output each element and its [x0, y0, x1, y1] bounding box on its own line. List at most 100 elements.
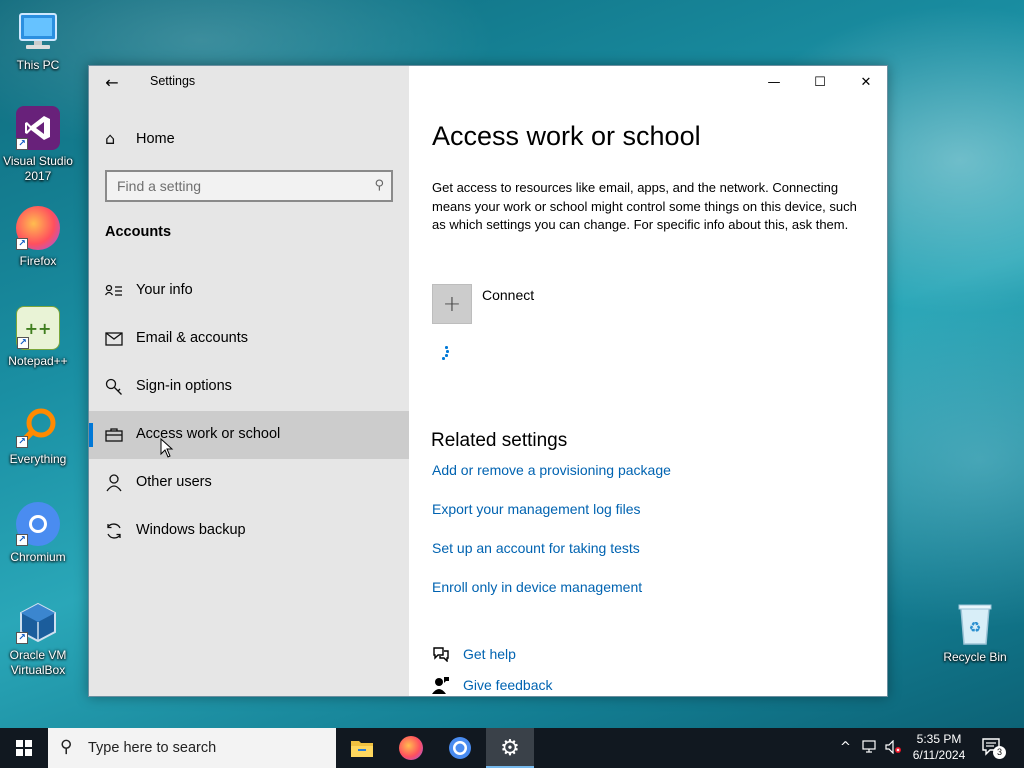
person-card-icon — [104, 281, 124, 301]
person-icon — [104, 473, 124, 493]
sync-icon — [104, 521, 124, 541]
svg-text:♻: ♻ — [969, 620, 982, 636]
loading-spinner-icon — [441, 346, 451, 360]
plus-icon: + — [442, 291, 462, 317]
network-icon[interactable] — [862, 740, 878, 758]
connect-label[interactable]: Connect — [482, 287, 534, 303]
taskbar-settings[interactable]: ⚙ — [486, 728, 534, 768]
shortcut-arrow-icon: ↗ — [16, 138, 28, 150]
sidebar-item-label: Windows backup — [136, 522, 246, 538]
related-settings-heading: Related settings — [431, 430, 568, 451]
taskbar: ⚲ Type here to search ⚙ ^ 5:35 PM 6/11/2… — [0, 728, 1024, 768]
sidebar-item-windows-backup[interactable]: Windows backup — [89, 507, 409, 555]
page-title: Access work or school — [432, 121, 701, 151]
settings-window: ← Settings ⌂ Home ⚲ Accounts Your info E… — [88, 65, 888, 697]
desktop-icon-this-pc[interactable]: This PC — [0, 10, 76, 73]
taskbar-search-placeholder: Type here to search — [88, 740, 217, 756]
file-explorer-icon — [351, 741, 373, 757]
desktop-icon-label: This PC — [16, 58, 60, 72]
search-icon: ⚲ — [374, 178, 384, 193]
desktop-icon-label: Visual Studio 2017 — [3, 154, 73, 183]
page-description: Get access to resources like email, apps… — [432, 180, 857, 232]
clock-date: 6/11/2024 — [912, 748, 966, 762]
sidebar-item-label: Other users — [136, 474, 212, 490]
desktop-icon-chromium[interactable]: ↗ Chromium — [0, 502, 76, 565]
sidebar-item-label: Email & accounts — [136, 330, 249, 346]
settings-sidebar: ← Settings ⌂ Home ⚲ Accounts Your info E… — [89, 66, 409, 696]
everything-search-icon: ↗ — [16, 404, 60, 448]
show-hidden-icons-chevron-icon[interactable]: ^ — [840, 740, 851, 755]
system-clock[interactable]: 5:35 PM 6/11/2024 — [905, 731, 973, 763]
find-setting-search[interactable]: ⚲ — [105, 170, 393, 202]
sidebar-item-other-users[interactable]: Other users — [89, 459, 409, 507]
desktop-icon-notepad-plus-plus[interactable]: ++ ↗ Notepad++ — [0, 306, 76, 369]
firefox-icon — [399, 736, 423, 760]
virtualbox-icon: ↗ — [16, 600, 60, 644]
shortcut-arrow-icon: ↗ — [16, 436, 28, 448]
back-button[interactable]: ← — [99, 70, 125, 94]
sidebar-item-label: Sign-in options — [136, 378, 232, 394]
briefcase-icon — [104, 425, 124, 445]
chromium-icon — [449, 737, 471, 759]
settings-gear-icon: ⚙ — [500, 735, 520, 761]
volume-muted-icon[interactable] — [885, 739, 903, 758]
home-label: Home — [136, 131, 175, 147]
start-button[interactable] — [0, 728, 48, 768]
connect-button[interactable]: + — [432, 284, 472, 324]
action-center-button[interactable]: 3 — [982, 738, 1006, 759]
desktop-icon-recycle-bin[interactable]: ♻ Recycle Bin — [937, 602, 1013, 665]
desktop-icon-label: Recycle Bin — [943, 650, 1007, 664]
chromium-icon: ↗ — [16, 502, 60, 546]
shortcut-arrow-icon: ↗ — [16, 238, 28, 250]
home-nav-item[interactable]: ⌂ Home — [89, 122, 409, 156]
link-export-management-logs[interactable]: Export your management log files — [432, 501, 641, 517]
home-icon: ⌂ — [105, 129, 116, 148]
firefox-icon: ↗ — [16, 206, 60, 250]
mouse-cursor-icon — [160, 438, 174, 458]
get-help-link[interactable]: Get help — [463, 646, 516, 662]
desktop-icon-label: Chromium — [10, 550, 66, 564]
sidebar-item-label: Your info — [136, 282, 193, 298]
key-icon — [104, 377, 124, 397]
desktop-icon-label: Notepad++ — [8, 354, 68, 368]
section-title: Accounts — [105, 224, 172, 240]
search-icon: ⚲ — [60, 737, 73, 757]
chat-help-icon — [431, 644, 451, 664]
desktop-icon-everything[interactable]: ↗ Everything — [0, 404, 76, 467]
title-bar[interactable]: ← Settings — [89, 66, 409, 98]
notepad-plus-plus-icon: ++ ↗ — [16, 306, 60, 350]
desktop-icon-virtualbox[interactable]: ↗ Oracle VM VirtualBox — [0, 600, 76, 678]
sidebar-item-your-info[interactable]: Your info — [89, 267, 409, 315]
windows-logo-icon — [16, 740, 32, 756]
link-provisioning-package[interactable]: Add or remove a provisioning package — [432, 462, 671, 478]
visual-studio-icon: ↗ — [16, 106, 60, 150]
desktop-icon-firefox[interactable]: ↗ Firefox — [0, 206, 76, 269]
give-feedback-link[interactable]: Give feedback — [463, 677, 553, 693]
feedback-person-icon — [431, 675, 451, 695]
shortcut-arrow-icon: ↗ — [17, 337, 29, 349]
taskbar-firefox[interactable] — [387, 728, 435, 768]
desktop-icon-label: Everything — [9, 452, 67, 466]
link-enroll-device-management[interactable]: Enroll only in device management — [432, 579, 642, 595]
link-setup-test-account[interactable]: Set up an account for taking tests — [432, 540, 640, 556]
sidebar-item-email-accounts[interactable]: Email & accounts — [89, 315, 409, 363]
back-arrow-icon: ← — [105, 72, 119, 92]
shortcut-arrow-icon: ↗ — [16, 632, 28, 644]
clock-time: 5:35 PM — [916, 732, 962, 746]
shortcut-arrow-icon: ↗ — [16, 534, 28, 546]
find-setting-input[interactable] — [107, 172, 391, 200]
window-title: Settings — [150, 74, 196, 88]
desktop-icon-label: Oracle VM VirtualBox — [9, 648, 67, 677]
taskbar-chromium[interactable] — [436, 728, 484, 768]
desktop-icon-visual-studio[interactable]: ↗ Visual Studio 2017 — [0, 106, 76, 184]
sidebar-item-access-work-school[interactable]: Access work or school — [89, 411, 409, 459]
mail-icon — [104, 329, 124, 349]
sidebar-item-sign-in-options[interactable]: Sign-in options — [89, 363, 409, 411]
notification-count-badge: 3 — [993, 746, 1006, 759]
recycle-bin-icon: ♻ — [953, 602, 997, 646]
sidebar-item-label: Access work or school — [136, 426, 281, 442]
desktop-icon-label: Firefox — [19, 254, 57, 268]
taskbar-file-explorer[interactable] — [338, 728, 386, 768]
settings-content: Access work or school Get access to reso… — [409, 66, 887, 696]
taskbar-search[interactable]: ⚲ Type here to search — [48, 728, 336, 768]
